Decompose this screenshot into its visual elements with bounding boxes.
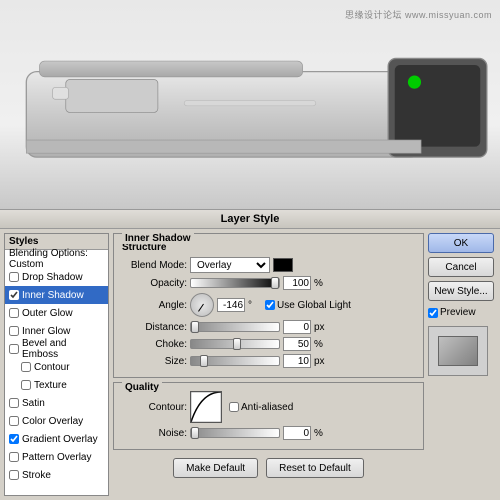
choke-value[interactable] — [283, 337, 311, 351]
style-item-blending[interactable]: Blending Options: Custom — [5, 250, 108, 268]
global-light-label[interactable]: Use Global Light — [265, 300, 351, 311]
dialog-title: Layer Style — [0, 210, 500, 229]
opacity-thumb[interactable] — [271, 277, 279, 289]
texture-checkbox[interactable] — [21, 380, 31, 390]
choke-slider[interactable] — [190, 339, 280, 349]
contour-svg — [191, 392, 221, 422]
contour-label: Contour: — [122, 402, 187, 413]
opacity-label: Opacity: — [122, 278, 187, 289]
style-item-outer-glow[interactable]: Outer Glow — [5, 304, 108, 322]
opacity-slider[interactable] — [190, 278, 280, 288]
size-unit: px — [314, 356, 328, 367]
satin-checkbox[interactable] — [9, 398, 19, 408]
angle-value[interactable] — [217, 298, 245, 312]
size-value[interactable] — [283, 354, 311, 368]
stroke-checkbox[interactable] — [9, 470, 19, 480]
layer-style-dialog: Layer Style Styles Blending Options: Cus… — [0, 210, 500, 500]
opacity-unit: % — [314, 278, 328, 289]
contour-checkbox[interactable] — [21, 362, 31, 372]
preview-inner — [438, 336, 478, 366]
noise-label: Noise: — [122, 428, 187, 439]
quality-section: Quality Contour: Anti-aliased — [113, 382, 424, 450]
inner-glow-checkbox[interactable] — [9, 326, 19, 336]
choke-label: Choke: — [122, 339, 187, 350]
drop-shadow-checkbox[interactable] — [9, 272, 19, 282]
noise-slider[interactable] — [190, 428, 280, 438]
reset-to-default-button[interactable]: Reset to Default — [266, 458, 364, 478]
noise-value[interactable] — [283, 426, 311, 440]
opacity-row: Opacity: % — [122, 276, 415, 290]
choke-unit: % — [314, 339, 328, 350]
style-item-color-overlay[interactable]: Color Overlay — [5, 412, 108, 430]
size-thumb[interactable] — [200, 355, 208, 367]
preview-box — [428, 326, 488, 376]
opacity-value[interactable] — [283, 276, 311, 290]
size-row: Size: px — [122, 354, 415, 368]
style-item-stroke[interactable]: Stroke — [5, 466, 108, 484]
style-item-texture[interactable]: Texture — [5, 376, 108, 394]
distance-slider[interactable] — [190, 322, 280, 332]
size-label: Size: — [122, 356, 187, 367]
blend-mode-row: Blend Mode: Overlay Normal Multiply Scre… — [122, 257, 415, 273]
color-overlay-checkbox[interactable] — [9, 416, 19, 426]
distance-row: Distance: px — [122, 320, 415, 334]
cancel-button[interactable]: Cancel — [428, 257, 494, 277]
style-item-inner-shadow[interactable]: Inner Shadow — [5, 286, 108, 304]
anti-alias-label[interactable]: Anti-aliased — [229, 402, 293, 413]
settings-panel: Inner Shadow Structure Blend Mode: Overl… — [113, 233, 424, 496]
structure-section: Inner Shadow Structure Blend Mode: Overl… — [113, 233, 424, 378]
choke-row: Choke: % — [122, 337, 415, 351]
inner-shadow-checkbox[interactable] — [9, 290, 19, 300]
anti-alias-checkbox[interactable] — [229, 402, 239, 412]
camera-area: 思缘设计论坛 www.missyuan.com — [0, 0, 500, 210]
watermark: 思缘设计论坛 www.missyuan.com — [345, 8, 492, 21]
distance-thumb[interactable] — [191, 321, 199, 333]
bevel-emboss-checkbox[interactable] — [9, 344, 19, 354]
style-item-satin[interactable]: Satin — [5, 394, 108, 412]
style-item-bevel-emboss[interactable]: Bevel and Emboss — [5, 340, 108, 358]
choke-thumb[interactable] — [233, 338, 241, 350]
blend-mode-label: Blend Mode: — [122, 260, 187, 271]
style-item-gradient-overlay[interactable]: Gradient Overlay — [5, 430, 108, 448]
blend-mode-select[interactable]: Overlay Normal Multiply Screen — [190, 257, 270, 273]
blend-color-swatch[interactable] — [273, 258, 293, 272]
angle-row: Angle: ° Use Global Light — [122, 293, 415, 317]
style-item-pattern-overlay[interactable]: Pattern Overlay — [5, 448, 108, 466]
global-light-checkbox[interactable] — [265, 300, 275, 310]
styles-panel: Styles Blending Options: Custom Drop Sha… — [4, 233, 109, 496]
noise-unit: % — [314, 428, 328, 439]
ok-button[interactable]: OK — [428, 233, 494, 253]
style-item-drop-shadow[interactable]: Drop Shadow — [5, 268, 108, 286]
size-slider[interactable] — [190, 356, 280, 366]
gradient-overlay-checkbox[interactable] — [9, 434, 19, 444]
buttons-panel: OK Cancel New Style... Preview — [428, 233, 496, 496]
distance-value[interactable] — [283, 320, 311, 334]
preview-label-row[interactable]: Preview — [428, 307, 496, 318]
distance-label: Distance: — [122, 322, 187, 333]
camera-image — [0, 0, 500, 209]
new-style-button[interactable]: New Style... — [428, 281, 494, 301]
distance-unit: px — [314, 322, 328, 333]
angle-unit: ° — [248, 300, 262, 311]
make-default-button[interactable]: Make Default — [173, 458, 258, 478]
angle-label: Angle: — [122, 300, 187, 311]
noise-thumb[interactable] — [191, 427, 199, 439]
preview-checkbox[interactable] — [428, 308, 438, 318]
bottom-buttons: Make Default Reset to Default — [113, 454, 424, 482]
style-item-contour[interactable]: Contour — [5, 358, 108, 376]
outer-glow-checkbox[interactable] — [9, 308, 19, 318]
pattern-overlay-checkbox[interactable] — [9, 452, 19, 462]
noise-row: Noise: % — [122, 426, 415, 440]
contour-row: Contour: Anti-aliased — [122, 391, 415, 423]
angle-needle — [198, 304, 204, 312]
contour-preview[interactable] — [190, 391, 222, 423]
angle-dial[interactable] — [190, 293, 214, 317]
